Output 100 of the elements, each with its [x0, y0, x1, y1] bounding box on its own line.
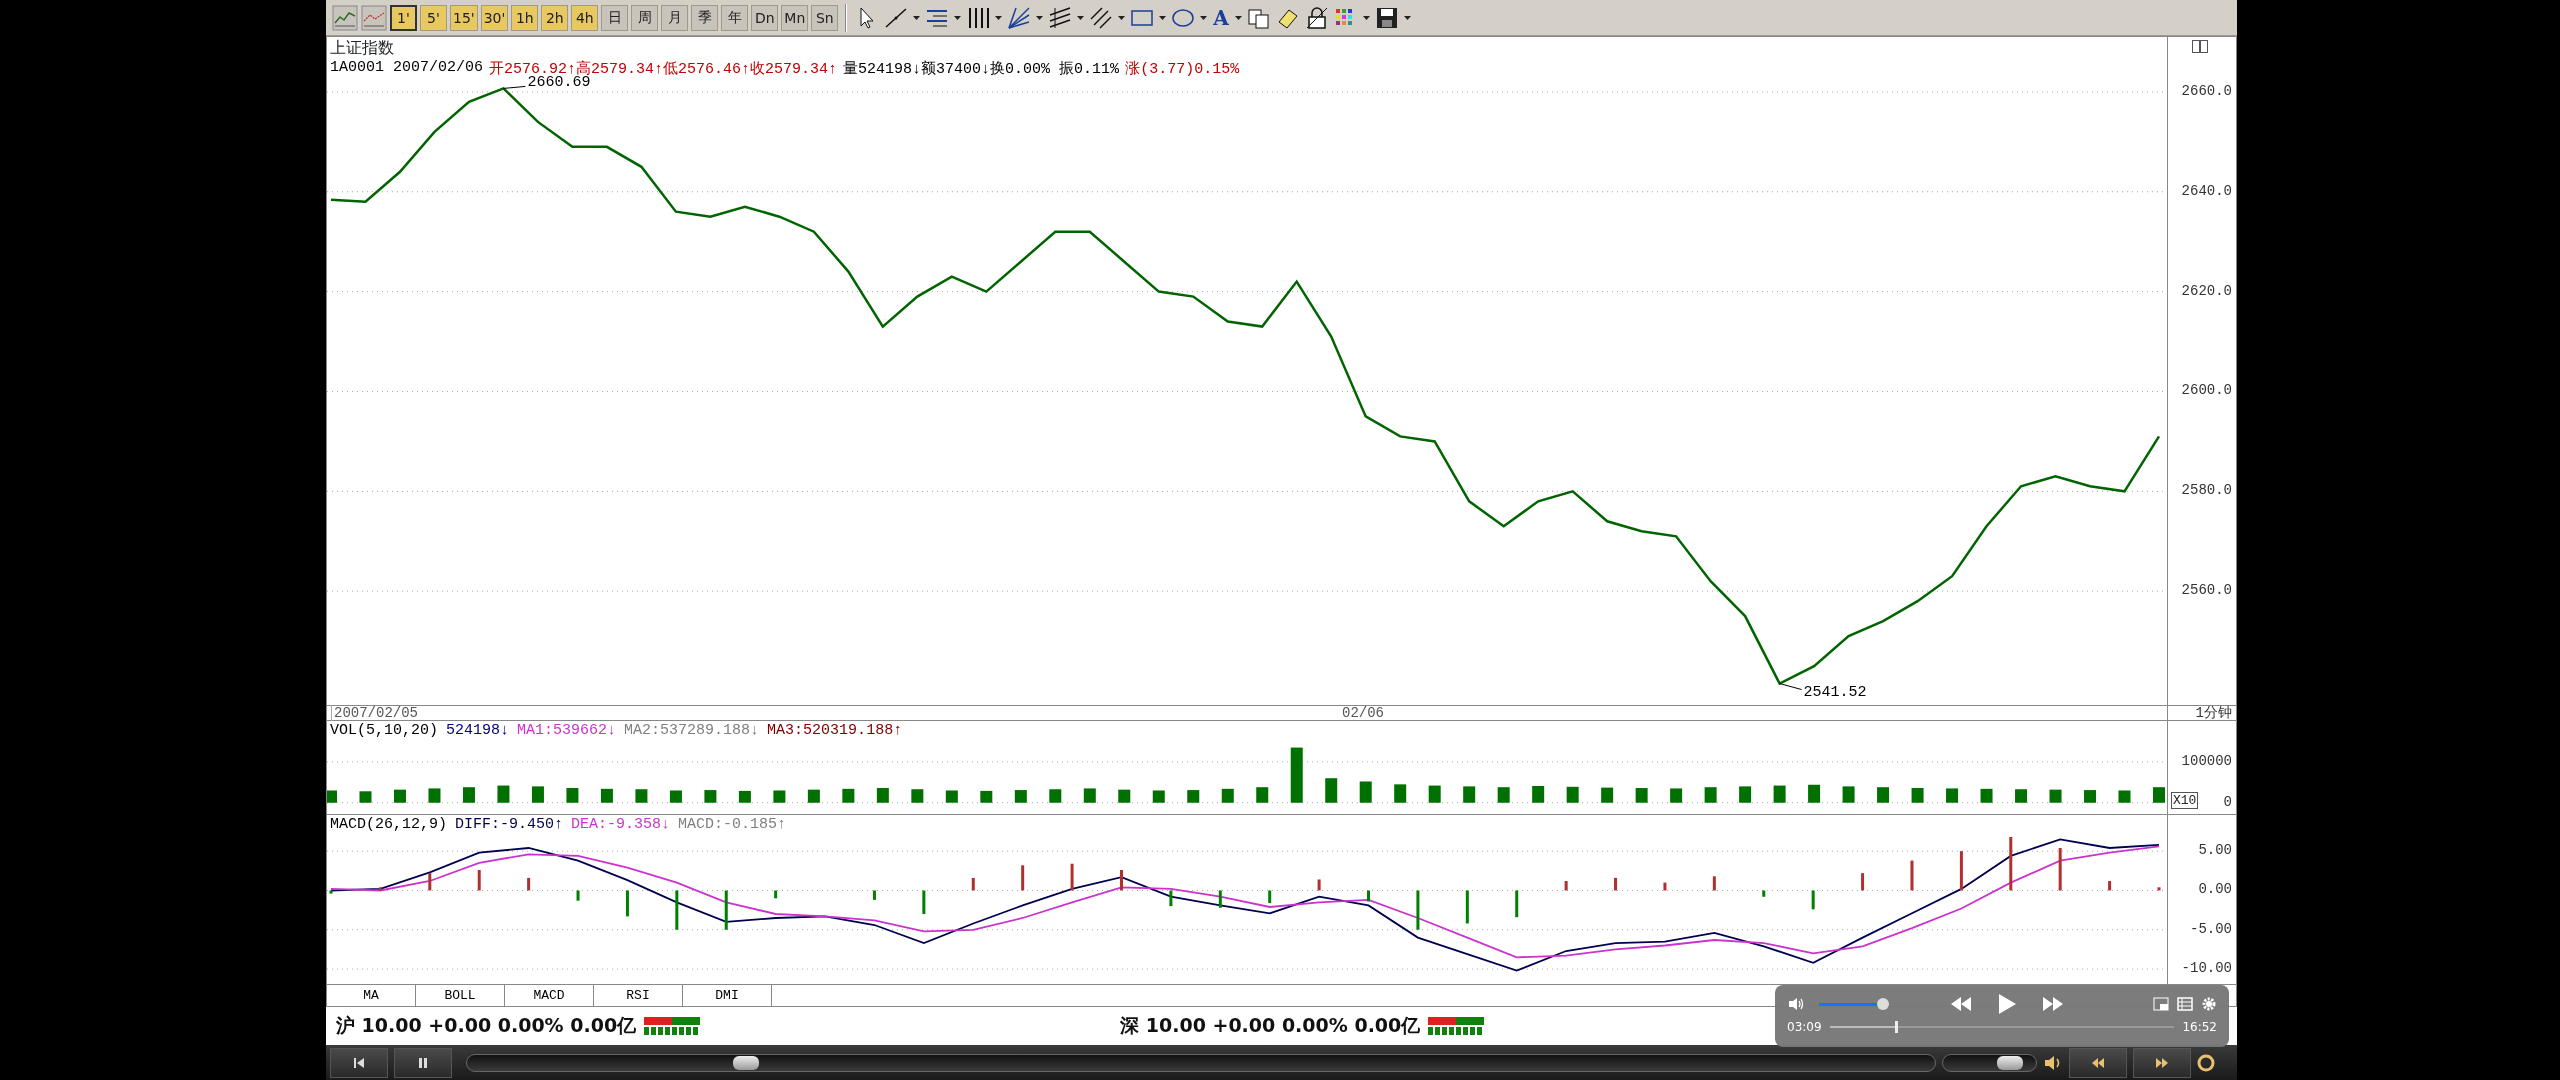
volume-bar: [428, 788, 441, 803]
volume-bar: [738, 790, 751, 803]
speaker-icon[interactable]: [1787, 996, 1805, 1012]
macd-histogram-bar: [1861, 873, 1865, 891]
period-button[interactable]: Mn: [781, 4, 809, 31]
period-button[interactable]: 日: [601, 4, 629, 31]
macd-histogram-bar: [971, 877, 975, 891]
pause-button[interactable]: [394, 1047, 452, 1078]
volume-bar: [1152, 790, 1165, 803]
period-button[interactable]: 月: [661, 4, 689, 31]
volume-bar: [600, 788, 613, 803]
period-button[interactable]: 季: [691, 4, 719, 31]
macd-histogram-bar: [1811, 890, 1815, 910]
fast-forward-button[interactable]: [2133, 1047, 2191, 1078]
volume-bar: [497, 785, 510, 803]
legend-label: DEA:-9.358↓: [571, 816, 671, 833]
macd-histogram-bar: [1515, 890, 1519, 918]
scale-label: X10: [2171, 792, 2199, 809]
volume-bar: [1946, 788, 1959, 803]
skip-back-icon: [352, 1055, 366, 1070]
volume-bar: [359, 791, 372, 803]
macd-histogram-bar: [378, 887, 382, 891]
macd-histogram-bar: [1367, 890, 1370, 902]
axis-label: 100000: [2181, 752, 2232, 769]
volume-slider[interactable]: [1942, 1053, 2037, 1072]
volume-bar: [1359, 781, 1372, 803]
macd-histogram-bar: [1218, 890, 1222, 908]
progress-thumb[interactable]: [1895, 1021, 1899, 1033]
volume-bar: [945, 790, 958, 803]
macd-histogram-bar: [1614, 877, 1618, 891]
progress-track[interactable]: [1829, 1021, 2175, 1033]
fan-lines-icon[interactable]: [1006, 4, 1033, 31]
macd-histogram-bar: [922, 890, 926, 915]
slider-thumb[interactable]: [1877, 998, 1889, 1010]
volume-bar: [2153, 787, 2165, 803]
period-button[interactable]: 30': [480, 4, 509, 31]
period-button[interactable]: 5': [420, 4, 447, 31]
period-button[interactable]: 15': [450, 4, 478, 31]
volume-bar: [807, 789, 820, 803]
volume-bar: [635, 789, 648, 803]
axis-label: -5.00: [2190, 920, 2232, 937]
period-button[interactable]: 4h: [571, 4, 599, 31]
period-button[interactable]: 1h: [511, 4, 539, 31]
ratio-bar-icon: [1428, 1017, 1485, 1035]
volume-bar: [1463, 786, 1476, 803]
slider-thumb[interactable]: [1996, 1055, 2023, 1070]
volume-bar: [911, 789, 924, 803]
legend-label: MA3:520319.188↑: [767, 722, 903, 739]
volume-bar: [842, 788, 855, 803]
macd-histogram-bar: [1910, 860, 1914, 891]
axis-label: 5.00: [2198, 842, 2232, 859]
legend-label: MACD:-0.185↑: [678, 816, 787, 833]
annotation: 2660.69: [527, 74, 591, 92]
slider-thumb[interactable]: [733, 1055, 760, 1070]
volume-bar: [394, 789, 406, 803]
fast-forward-icon[interactable]: [2041, 996, 2065, 1012]
pause-icon: [416, 1055, 430, 1070]
settings-icon[interactable]: [2201, 996, 2217, 1012]
rewind-button[interactable]: [2069, 1047, 2127, 1078]
axis-label: -10.00: [2181, 960, 2232, 977]
volume-bar: [1808, 784, 1821, 803]
volume-bar: [1049, 789, 1062, 803]
axis-label: 0.00: [2198, 881, 2232, 898]
play-icon[interactable]: [1997, 993, 2017, 1015]
legend-label: 524198↓: [446, 722, 510, 739]
volume-bar: [1187, 790, 1200, 803]
volume-bar: [1118, 789, 1131, 803]
panel-toggle-icon[interactable]: [2192, 40, 2208, 53]
period-button[interactable]: 2h: [541, 4, 569, 31]
macd-histogram-bar: [2058, 848, 2062, 891]
volume-bar: [566, 788, 579, 803]
period-button[interactable]: Dn: [751, 4, 779, 31]
period-button[interactable]: 年: [721, 4, 749, 31]
volume-bar: [1842, 786, 1855, 803]
axis-label: 2660.0: [2181, 82, 2232, 99]
skip-back-button[interactable]: [330, 1047, 388, 1078]
period-button[interactable]: 1': [390, 4, 417, 31]
macd-histogram-bar: [1762, 890, 1766, 897]
macd-histogram-bar: [576, 890, 580, 901]
volume-bar: [1428, 785, 1441, 803]
diagonal-lines-icon[interactable]: [1088, 4, 1115, 31]
macd-histogram-bar: [1317, 879, 1321, 891]
axis-label: 2600.0: [2181, 382, 2232, 399]
rewind-icon[interactable]: [1949, 996, 1973, 1012]
macd-histogram-bar: [1959, 851, 1963, 891]
macd-histogram-bar: [2009, 837, 2013, 891]
text-tool[interactable]: A: [1211, 5, 1231, 30]
volume-bar: [1704, 787, 1717, 803]
volume-bar: [1221, 788, 1234, 803]
chart-title: 上证指数: [330, 38, 395, 59]
period-button[interactable]: 周: [631, 4, 659, 31]
list-icon[interactable]: [2177, 997, 2193, 1011]
volume-bar: [2049, 789, 2062, 803]
line-chart-icon[interactable]: [332, 4, 358, 31]
macd-histogram-bar: [724, 890, 728, 930]
period-label: 1分钟: [2195, 704, 2232, 722]
macd-histogram-bar: [1564, 881, 1568, 891]
period-button[interactable]: Sn: [811, 4, 839, 31]
picture-in-picture-icon[interactable]: [2153, 997, 2169, 1011]
circle-icon[interactable]: [2197, 1053, 2215, 1072]
